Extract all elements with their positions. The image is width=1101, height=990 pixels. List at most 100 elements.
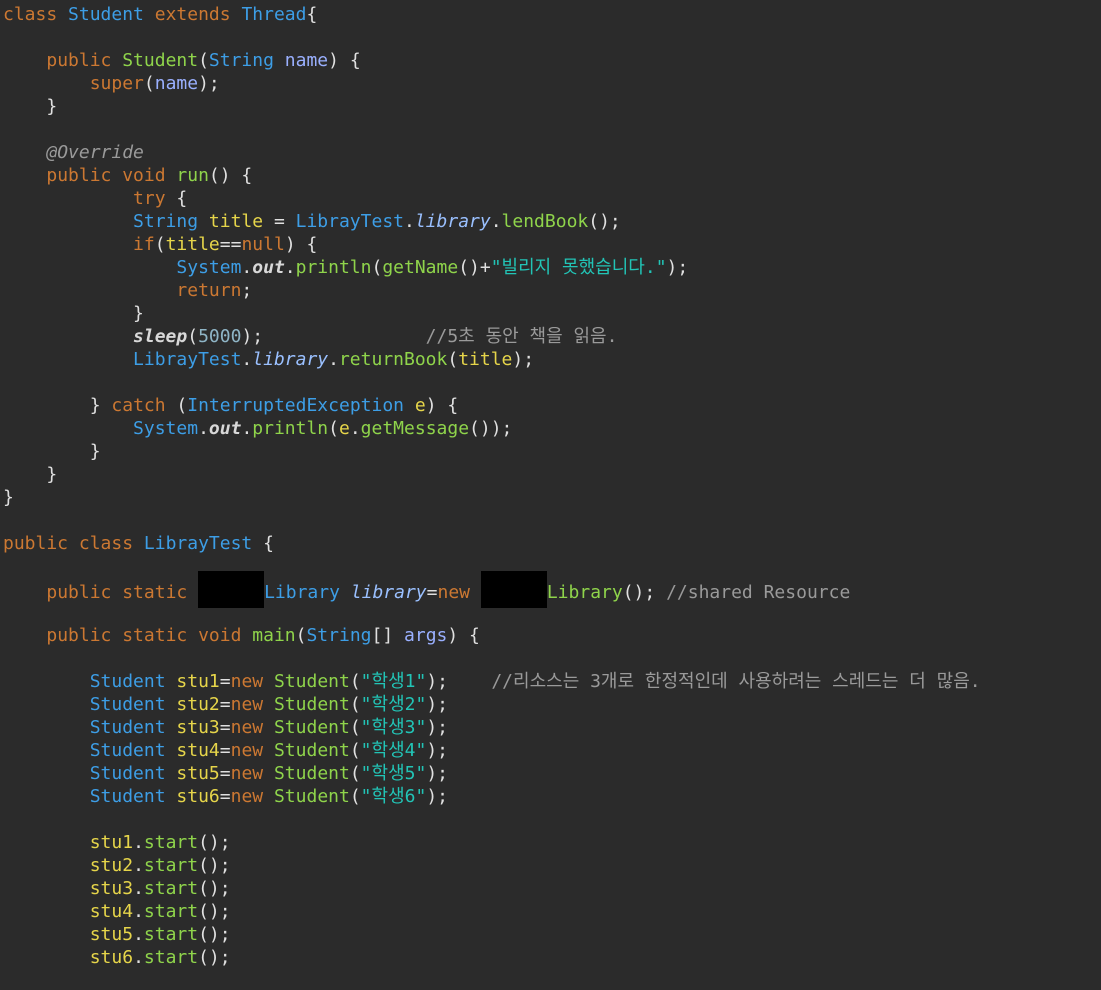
code-token-kw: return (176, 280, 242, 301)
code-editor[interactable]: class Student extends Thread{ public Stu… (0, 0, 1101, 990)
code-token-func: Student (273, 740, 350, 761)
code-line: if(title==null) { (3, 233, 317, 256)
code-line: Student stu4=new Student("학생4"); (3, 739, 448, 762)
code-token-var: stu5 (89, 924, 134, 945)
code-token-cmt: //shared Resource (666, 582, 851, 603)
code-token-kw: class (3, 4, 69, 25)
code-token-punct: = (219, 671, 231, 692)
code-line: } (3, 302, 144, 325)
code-token-punct: ( (349, 694, 361, 715)
code-token-punct: . (133, 832, 144, 853)
code-line: Student stu3=new Student("학생3"); (3, 716, 448, 739)
code-token-str: "빌리지 못했습니다." (490, 257, 667, 278)
code-token-kw: new (230, 786, 274, 807)
code-token-func: Student (273, 763, 350, 784)
code-token-italic: library (414, 211, 491, 232)
code-token-type: LibrayTest (133, 349, 242, 370)
code-token-var: stu6 (89, 947, 134, 968)
code-token-var: stu4 (89, 901, 134, 922)
code-token-type: Student (68, 4, 155, 25)
code-token-type: String (133, 211, 209, 232)
code-token-kw: new (230, 740, 274, 761)
code-line: Student stu5=new Student("학생5"); (3, 762, 448, 785)
code-token-param: name (154, 73, 199, 94)
code-token-type: Library (264, 582, 351, 603)
code-token-punct: { (263, 533, 274, 554)
code-token-kw: null (241, 234, 285, 255)
code-token-var: stu3 (89, 878, 134, 899)
code-token-punct: (); (198, 924, 231, 945)
code-token-punct: } (3, 487, 14, 508)
code-line: class Student extends Thread{ (3, 3, 317, 26)
code-token-punct: . (133, 855, 144, 876)
code-token-punct: ( (349, 671, 361, 692)
code-token-str: "학생3" (360, 717, 427, 738)
code-token-func: start (143, 878, 199, 899)
code-token-param: name (284, 50, 329, 71)
code-line: stu5.start(); (3, 923, 231, 946)
code-token-punct: ( (198, 50, 209, 71)
code-line: String title = LibrayTest.library.lendBo… (3, 210, 621, 233)
code-token-punct: . (241, 418, 253, 439)
code-token-punct: ( (349, 786, 361, 807)
code-token-punct: ( (349, 740, 361, 761)
code-token-punct: ); (512, 349, 535, 370)
code-token-func: start (143, 924, 199, 945)
code-token-func: main (252, 625, 296, 646)
code-token-var: stu5 (176, 763, 220, 784)
code-line: } (3, 95, 57, 118)
code-line: Student stu6=new Student("학생6"); (3, 785, 448, 808)
code-token-str: "학생6" (360, 786, 427, 807)
code-token-func: start (143, 832, 199, 853)
code-token-punct: ); (426, 740, 448, 761)
code-token-type: Student (89, 786, 177, 807)
code-token-punct: ( (154, 234, 166, 255)
code-token-punct: } (46, 96, 58, 117)
code-token-punct: = (219, 763, 231, 784)
code-token-type: String (306, 625, 372, 646)
code-token-punct: (); (198, 855, 231, 876)
code-token-punct: = (219, 717, 231, 738)
code-token-func: Student (122, 50, 199, 71)
code-token-italic: library (252, 349, 329, 370)
code-line: return; (3, 279, 252, 302)
code-line: stu2.start(); (3, 854, 231, 877)
code-token-func: Student (273, 786, 350, 807)
code-line: System.out.println(getName()+"빌리지 못했습니다.… (3, 256, 688, 279)
code-line: stu3.start(); (3, 877, 231, 900)
code-token-punct: ( (349, 717, 361, 738)
code-token-punct: (); (588, 211, 621, 232)
redaction-block (198, 571, 265, 608)
code-token-kw: new (230, 671, 274, 692)
code-token-kw: new (230, 763, 274, 784)
code-line: @Override (3, 141, 144, 164)
code-line: LibrayTest.library.returnBook(title); (3, 348, 534, 371)
code-token-type: System (176, 257, 242, 278)
code-token-punct: = (219, 740, 231, 761)
code-token-punct: . (328, 349, 339, 370)
code-token-func: getMessage (360, 418, 470, 439)
code-token-var: stu6 (176, 786, 220, 807)
code-line: public Student(String name) { (3, 49, 360, 72)
code-token-punct: { (306, 4, 318, 25)
code-token-type: LibrayTest (295, 211, 404, 232)
code-token-punct: (); (198, 947, 231, 968)
code-token-kw: new (230, 694, 274, 715)
code-token-kw: new (230, 717, 274, 738)
code-token-type: Student (89, 740, 177, 761)
code-token-punct: . (241, 257, 253, 278)
code-token-func: getName (382, 257, 459, 278)
code-line: try { (3, 187, 187, 210)
code-token-punct: ); (426, 763, 448, 784)
code-token-punct: . (198, 418, 209, 439)
